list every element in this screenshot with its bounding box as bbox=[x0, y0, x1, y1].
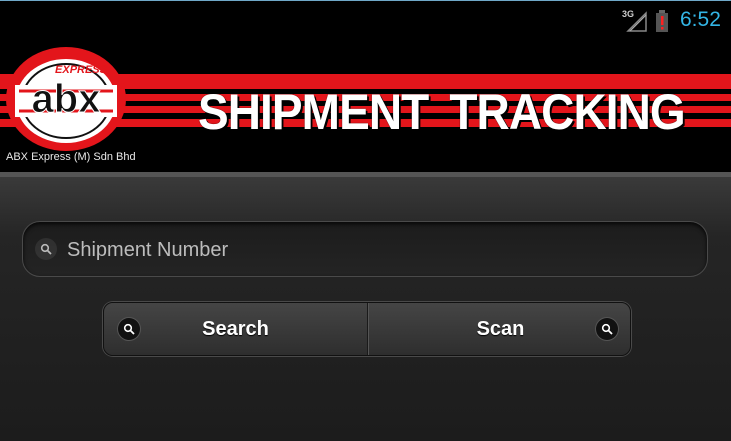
logo-main-text: abx bbox=[32, 77, 101, 121]
signal-3g-icon bbox=[626, 11, 647, 32]
main-content: Search Scan bbox=[0, 177, 731, 441]
abx-logo: abx EXPRESS bbox=[6, 47, 126, 151]
search-button[interactable]: Search bbox=[104, 303, 368, 355]
battery-alert-icon bbox=[656, 10, 668, 32]
shipment-number-input[interactable] bbox=[65, 232, 689, 268]
logo-express-text: EXPRESS bbox=[55, 64, 108, 76]
shipment-search-field[interactable] bbox=[22, 221, 708, 277]
banner-title: SHIPMENT TRACKING bbox=[198, 84, 686, 140]
search-icon bbox=[118, 318, 140, 340]
scan-button-label: Scan bbox=[476, 318, 525, 340]
header-banner: abx EXPRESS SHIPMENT TRACKING ABX Expres… bbox=[0, 38, 731, 172]
company-name: ABX Express (M) Sdn Bhd bbox=[6, 151, 136, 163]
status-time: 6:52 bbox=[680, 8, 721, 31]
scan-button[interactable]: Scan bbox=[368, 303, 630, 355]
status-bar: 3G 6:52 bbox=[0, 0, 731, 38]
search-button-label: Search bbox=[202, 318, 269, 340]
search-icon bbox=[35, 238, 57, 260]
search-icon bbox=[596, 318, 618, 340]
action-button-group: Search Scan bbox=[103, 302, 631, 356]
